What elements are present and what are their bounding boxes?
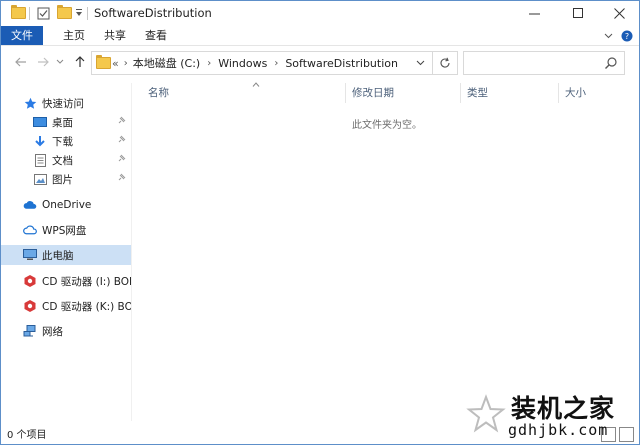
sidebar-item-cd-drive-i[interactable]: CD 驱动器 (I:) BONJ — [1, 271, 131, 291]
search-box[interactable] — [463, 51, 625, 75]
chevron-right-icon[interactable]: › — [207, 58, 211, 69]
star-icon — [23, 96, 37, 110]
sidebar-item-label: 桌面 — [52, 116, 73, 129]
svg-text:?: ? — [625, 32, 629, 41]
sidebar-item-quick-access[interactable]: 快速访问 — [1, 93, 131, 113]
sidebar-item-wps-drive[interactable]: WPS网盘 — [1, 220, 131, 240]
pin-icon[interactable] — [117, 116, 127, 126]
sidebar-item-onedrive[interactable]: OneDrive — [1, 195, 131, 215]
watermark-url: gdhjbk.com — [508, 421, 609, 439]
sidebar-item-label: 下载 — [52, 135, 73, 148]
tab-share[interactable]: 共享 — [94, 26, 136, 45]
column-header-name[interactable]: 名称 — [142, 82, 348, 103]
close-button[interactable] — [598, 1, 639, 26]
breadcrumb-item[interactable]: SoftwareDistribution — [285, 57, 398, 70]
new-folder-icon[interactable] — [57, 5, 72, 20]
empty-folder-message: 此文件夹为空。 — [352, 120, 422, 131]
column-header-type[interactable]: 类型 — [461, 83, 557, 103]
sidebar-item-label: WPS网盘 — [42, 224, 87, 237]
sidebar-item-network[interactable]: 网络 — [1, 321, 131, 341]
sidebar-item-pictures[interactable]: 图片 — [1, 169, 131, 189]
divider — [87, 7, 88, 20]
recent-locations-dropdown[interactable] — [55, 54, 65, 70]
breadcrumb-overflow[interactable]: « — [112, 57, 119, 70]
sidebar-item-label: CD 驱动器 (K:) BON — [42, 300, 131, 313]
sidebar-item-label: OneDrive — [42, 199, 92, 211]
breadcrumb-item[interactable]: Windows — [218, 57, 267, 70]
ribbon-tabs: 文件 主页 共享 查看 ? — [1, 26, 639, 46]
column-header-modified[interactable]: 修改日期 — [346, 83, 462, 103]
navigation-bar: « › 本地磁盘 (C:) › Windows › SoftwareDistri… — [1, 48, 639, 78]
quick-access-dropdown-icon[interactable] — [75, 6, 83, 20]
picture-icon — [33, 172, 47, 186]
sidebar-item-documents[interactable]: 文档 — [1, 150, 131, 170]
tab-home[interactable]: 主页 — [53, 26, 95, 45]
sidebar-item-cd-drive-k[interactable]: CD 驱动器 (K:) BON — [1, 296, 131, 316]
sidebar-item-label: 网络 — [42, 325, 63, 338]
chevron-right-icon[interactable]: › — [274, 58, 278, 69]
cloud-icon — [23, 198, 37, 212]
window-title: SoftwareDistribution — [94, 6, 212, 20]
address-bar[interactable]: « › 本地磁盘 (C:) › Windows › SoftwareDistri… — [91, 51, 458, 75]
document-icon — [33, 153, 47, 167]
up-button[interactable] — [72, 54, 88, 70]
sidebar-item-label: 此电脑 — [42, 249, 74, 262]
ribbon-expand-icon[interactable] — [604, 26, 613, 45]
column-header-size[interactable]: 大小 — [559, 83, 635, 103]
sidebar-item-desktop[interactable]: 桌面 — [1, 112, 131, 132]
pin-icon[interactable] — [117, 173, 127, 183]
sort-ascending-icon — [252, 75, 260, 95]
properties-icon[interactable] — [37, 6, 50, 20]
forward-button[interactable] — [35, 54, 51, 70]
pin-icon[interactable] — [117, 154, 127, 164]
watermark: 装机之家 gdhjbk.com — [456, 386, 639, 444]
back-button[interactable] — [13, 54, 29, 70]
breadcrumb-item[interactable]: 本地磁盘 (C:) — [133, 55, 200, 71]
sidebar-item-label: 文档 — [52, 154, 73, 167]
download-icon — [33, 134, 47, 148]
chevron-right-icon: › — [123, 57, 128, 69]
file-list: 名称 修改日期 类型 大小 此文件夹为空。 — [132, 82, 639, 423]
column-label: 名称 — [148, 87, 169, 99]
sidebar-item-downloads[interactable]: 下载 — [1, 131, 131, 151]
star-watermark-icon — [466, 394, 506, 433]
help-icon[interactable]: ? — [621, 26, 633, 45]
sidebar-item-label: CD 驱动器 (I:) BONJ — [42, 275, 131, 288]
network-icon — [23, 324, 37, 338]
folder-icon — [11, 5, 26, 20]
title-bar: SoftwareDistribution — [1, 1, 639, 26]
search-input[interactable] — [464, 52, 611, 72]
desktop-icon — [33, 115, 47, 129]
computer-icon — [23, 248, 37, 262]
address-dropdown-icon[interactable] — [413, 52, 427, 74]
sidebar-item-label: 图片 — [52, 173, 73, 186]
refresh-button[interactable] — [432, 52, 457, 74]
tab-view[interactable]: 查看 — [135, 26, 177, 45]
item-count: 0 个项目 — [7, 430, 47, 441]
divider — [29, 7, 30, 20]
explorer-window: SoftwareDistribution 文件 主页 共享 查看 ? « › 本… — [0, 0, 640, 445]
tab-file[interactable]: 文件 — [1, 26, 43, 45]
cd-drive-icon — [23, 299, 37, 313]
pin-icon[interactable] — [117, 135, 127, 145]
watermark-title: 装机之家 — [511, 394, 616, 423]
folder-icon — [96, 55, 111, 69]
sidebar-item-this-pc[interactable]: 此电脑 — [1, 245, 131, 265]
minimize-button[interactable] — [513, 1, 555, 26]
breadcrumb: « › 本地磁盘 (C:) › Windows › SoftwareDistri… — [112, 52, 398, 74]
sidebar-item-label: 快速访问 — [42, 97, 84, 110]
maximize-button[interactable] — [557, 1, 599, 26]
search-icon[interactable] — [604, 56, 618, 70]
navigation-pane: 快速访问 桌面 下载 文档 图片 OneDrive WPS网盘 此电脑 CD 驱… — [1, 83, 131, 423]
cd-drive-icon — [23, 274, 37, 288]
cloud-icon — [23, 223, 37, 237]
